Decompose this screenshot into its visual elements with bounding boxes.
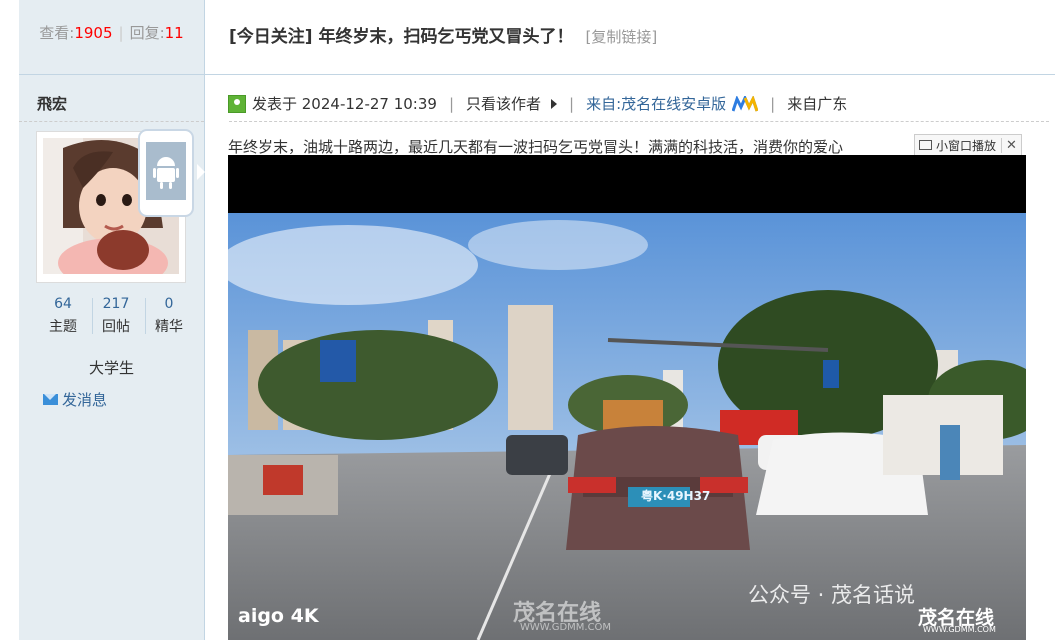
forum-post-view: 查看:1905 | 回复:11 飛宏 64 主题 217 回帖 0 精华 大学生… <box>0 0 1055 640</box>
author-counts: 64 主题 217 回帖 0 精华 <box>37 296 197 344</box>
android-device-icon <box>138 129 194 217</box>
stats-divider: | <box>118 24 124 42</box>
copy-link-button[interactable]: [复制链接] <box>585 28 657 46</box>
corner-url-watermark: WWW.GDMM.COM <box>923 625 996 634</box>
source-app-link[interactable]: 来自:茂名在线安卓版 <box>586 93 726 114</box>
count-digest[interactable]: 0 精华 <box>143 296 195 336</box>
post-body-text: 年终岁末，油城十路两边，最近几天都有一波扫码乞丐党冒头！满满的科技活，消费你的爱… <box>228 138 844 156</box>
count-threads[interactable]: 64 主题 <box>37 296 89 336</box>
m-logo-icon <box>732 95 759 111</box>
close-mini-window-button[interactable]: ✕ <box>1001 137 1021 153</box>
site-url-watermark: WWW.GDMM.COM <box>520 622 612 633</box>
plate-number: 粤K·49H37 <box>641 489 711 503</box>
mini-window-control: 小窗口播放 ✕ <box>914 134 1022 156</box>
thread-stats: 查看:1905 | 回复:11 <box>19 22 204 43</box>
mini-window-button[interactable]: 小窗口播放 <box>915 137 1001 154</box>
meta-divider: | <box>448 94 454 113</box>
post-time: 发表于 2024-12-27 10:39 <box>252 95 437 113</box>
post-location: 来自广东 <box>787 95 848 113</box>
thread-title: [今日关注] 年终岁末，扫码乞丐党又冒头了！ <box>229 27 574 47</box>
count-label: 主题 <box>49 319 77 335</box>
android-screen <box>146 142 186 200</box>
count-replies[interactable]: 217 回帖 <box>90 296 142 336</box>
meta-dashed-divider <box>229 121 1049 122</box>
replies-count: 11 <box>164 24 184 42</box>
views-count: 1905 <box>74 24 113 42</box>
video-player[interactable]: 粤K·49H37 aigo 4K 茂名在线 WWW.GDMM.COM 公众号 ·… <box>228 155 1026 640</box>
views-label: 查看: <box>39 24 75 42</box>
avatar-pointer <box>197 164 205 180</box>
author-dashed-divider <box>19 121 204 122</box>
page-margin <box>0 0 19 640</box>
count-label: 回帖 <box>102 319 130 335</box>
tv-icon <box>919 140 932 150</box>
thread-title-row: [今日关注] 年终岁末，扫码乞丐党又冒头了！ [复制链接] <box>229 22 657 47</box>
play-arrow-icon <box>551 98 558 109</box>
count-label: 精华 <box>155 319 183 335</box>
online-user-icon <box>228 94 246 113</box>
sidebar-divider <box>19 74 204 75</box>
camera-watermark: aigo 4K <box>238 605 319 627</box>
only-author-link[interactable]: 只看该作者 <box>466 93 541 114</box>
replies-label: 回复: <box>129 24 165 42</box>
count-value: 0 <box>164 296 174 312</box>
send-message-label: 发消息 <box>62 391 108 409</box>
envelope-icon <box>43 394 58 405</box>
mini-window-label: 小窗口播放 <box>936 138 997 153</box>
author-name[interactable]: 飛宏 <box>37 93 67 114</box>
user-rank: 大学生 <box>88 359 134 377</box>
post-meta: 发表于 2024-12-27 10:39 | 只看该作者 | 来自:茂名在线安卓… <box>228 93 847 114</box>
wechat-watermark: 公众号 · 茂名话说 <box>748 583 916 607</box>
post-main: [今日关注] 年终岁末，扫码乞丐党又冒头了！ [复制链接] 发表于 2024-12… <box>205 0 1055 640</box>
send-message-link[interactable]: 发消息 <box>43 389 107 410</box>
meta-divider: | <box>770 94 776 113</box>
count-value: 217 <box>102 296 130 312</box>
author-sidebar: 查看:1905 | 回复:11 飛宏 64 主题 217 回帖 0 精华 大学生… <box>19 0 205 640</box>
meta-divider: | <box>569 94 575 113</box>
count-value: 64 <box>54 296 72 312</box>
title-divider <box>205 74 1055 75</box>
video-frame <box>228 155 1026 640</box>
